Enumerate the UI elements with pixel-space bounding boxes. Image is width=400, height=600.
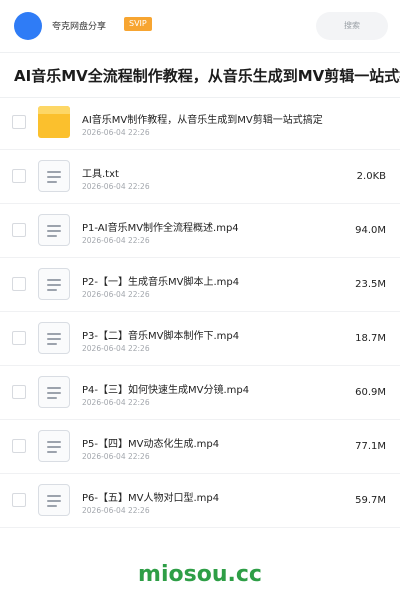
document-icon [38,322,70,354]
row-checkbox[interactable] [12,331,26,345]
file-name: P1-AI音乐MV制作全流程概述.mp4 [82,223,239,234]
row-checkbox[interactable] [12,277,26,291]
file-date: 2026-06-04 22:26 [82,344,150,353]
row-checkbox[interactable] [12,385,26,399]
file-date: 2026-06-04 22:26 [82,398,150,407]
file-date: 2026-06-04 22:26 [82,236,150,245]
file-size: 60.9M [355,387,386,398]
row-checkbox[interactable] [12,439,26,453]
file-size: 59.7M [355,495,386,506]
page-title: AI音乐MV全流程制作教程，从音乐生成到MV剪辑一站式搞定 [14,67,400,85]
avatar[interactable] [14,12,42,40]
document-icon [38,484,70,516]
file-row[interactable]: P2-【一】生成音乐MV脚本上.mp4 2026-06-04 22:26 23.… [0,258,400,312]
document-icon [38,160,70,192]
file-name: P2-【一】生成音乐MV脚本上.mp4 [82,277,240,288]
row-checkbox[interactable] [12,493,26,507]
file-size: 18.7M [355,333,386,344]
file-date: 2026-06-04 22:26 [82,506,150,515]
file-date: 2026-06-04 22:26 [82,452,150,461]
document-icon [38,376,70,408]
document-icon [38,430,70,462]
svip-badge: SVIP [124,17,152,31]
file-list: AI音乐MV制作教程，从音乐生成到MV剪辑一站式搞定 2026-06-04 22… [0,96,400,528]
watermark-text: miosou.cc [138,562,262,587]
document-icon [38,268,70,300]
file-size: 2.0KB [356,171,386,182]
row-checkbox[interactable] [12,115,26,129]
file-name: 工具.txt [82,169,119,180]
folder-icon [38,106,70,138]
file-size: 77.1M [355,441,386,452]
file-size: 94.0M [355,225,386,236]
file-row[interactable]: P4-【三】如何快速生成MV分镜.mp4 2026-06-04 22:26 60… [0,366,400,420]
app-name: 夸克网盘分享 [52,22,107,32]
document-icon [38,214,70,246]
search-input[interactable]: 搜索 [316,12,388,40]
file-date: 2026-06-04 22:26 [82,128,150,137]
title-bar: AI音乐MV全流程制作教程，从音乐生成到MV剪辑一站式搞定 [0,52,400,98]
file-name: P6-【五】MV人物对口型.mp4 [82,493,220,504]
file-row[interactable]: P5-【四】MV动态化生成.mp4 2026-06-04 22:26 77.1M [0,420,400,474]
file-row[interactable]: P6-【五】MV人物对口型.mp4 2026-06-04 22:26 59.7M [0,474,400,528]
file-row[interactable]: P1-AI音乐MV制作全流程概述.mp4 2026-06-04 22:26 94… [0,204,400,258]
file-name: AI音乐MV制作教程，从音乐生成到MV剪辑一站式搞定 [82,115,323,126]
app-header: 夸克网盘分享 SVIP 搜索 [0,0,400,52]
file-name: P5-【四】MV动态化生成.mp4 [82,439,220,450]
file-row[interactable]: 工具.txt 2026-06-04 22:26 2.0KB [0,150,400,204]
row-checkbox[interactable] [12,223,26,237]
row-checkbox[interactable] [12,169,26,183]
file-date: 2026-06-04 22:26 [82,182,150,191]
file-size: 23.5M [355,279,386,290]
file-row-folder[interactable]: AI音乐MV制作教程，从音乐生成到MV剪辑一站式搞定 2026-06-04 22… [0,96,400,150]
search-placeholder: 搜索 [344,21,360,30]
file-name: P4-【三】如何快速生成MV分镜.mp4 [82,385,250,396]
file-name: P3-【二】音乐MV脚本制作下.mp4 [82,331,240,342]
file-date: 2026-06-04 22:26 [82,290,150,299]
file-row[interactable]: P3-【二】音乐MV脚本制作下.mp4 2026-06-04 22:26 18.… [0,312,400,366]
